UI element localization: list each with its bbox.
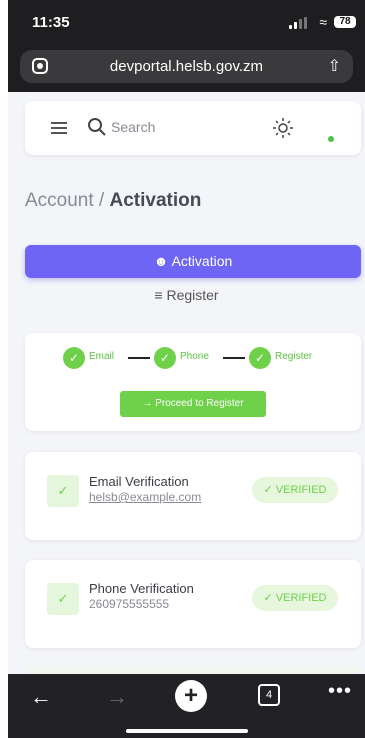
register-label: Register <box>166 287 219 303</box>
url-text[interactable]: devportal.helsb.gov.zm <box>20 58 353 75</box>
progress-steps-card: ✓ Email ✓ Phone ✓ Register → Proceed to … <box>25 333 361 431</box>
proceed-label: Proceed to Register <box>155 398 244 409</box>
breadcrumb-current: Activation <box>109 190 202 211</box>
top-header: Search <box>25 101 361 155</box>
check-icon: ✓ <box>249 347 271 369</box>
tabs-icon[interactable]: 4 <box>258 684 280 706</box>
phone-verification-card: ✓ Phone Verification 260975555555 ✓ VERI… <box>25 560 361 648</box>
status-bar: 11:35 ≈ 78 <box>8 0 365 44</box>
verification-phone: 260975555555 <box>89 597 170 611</box>
menu-icon[interactable] <box>51 122 67 134</box>
user-check-icon: ☻ <box>153 253 169 269</box>
check-circle-icon: ✓ <box>47 475 79 507</box>
phone-screen: 11:35 ≈ 78 devportal.helsb.gov.zm ⇧ Sear… <box>8 0 365 738</box>
forward-icon[interactable]: → <box>106 684 128 710</box>
step-label-register: Register <box>275 351 313 362</box>
step-connector <box>223 357 245 359</box>
status-badge: ✓ VERIFIED <box>252 477 338 503</box>
email-verification-card: ✓ Email Verification helsb@example.com ✓… <box>25 452 361 540</box>
step-label-phone: Phone <box>180 351 209 362</box>
battery-icon: 78 <box>334 16 356 28</box>
step-label-email: Email <box>89 351 115 362</box>
activation-label: Activation <box>171 253 233 269</box>
back-icon[interactable]: ← <box>30 684 52 710</box>
check-icon: ✓ <box>154 347 176 369</box>
address-bar[interactable]: devportal.helsb.gov.zm ⇧ <box>20 50 353 83</box>
search-input[interactable]: Search <box>111 119 155 135</box>
online-dot <box>328 136 334 142</box>
status-time: 11:35 <box>32 14 70 31</box>
check-circle-icon: ✓ <box>47 583 79 615</box>
browser-address-area: devportal.helsb.gov.zm ⇧ <box>8 44 365 92</box>
list-icon: ≡ <box>154 287 163 303</box>
step-connector <box>128 357 150 359</box>
verification-title: Email Verification <box>89 474 189 489</box>
breadcrumb-parent[interactable]: Account / <box>25 190 104 211</box>
status-badge: ✓ VERIFIED <box>252 585 338 611</box>
breadcrumb: Account / Activation <box>25 190 201 212</box>
verification-email[interactable]: helsb@example.com <box>89 490 201 504</box>
proceed-to-register-button[interactable]: → Proceed to Register <box>120 391 266 417</box>
home-indicator <box>126 729 248 733</box>
signal-icon <box>289 17 307 29</box>
wifi-icon: ≈ <box>319 14 327 30</box>
search-icon[interactable] <box>87 117 107 137</box>
register-tab-button[interactable]: ≡ Register <box>8 287 365 303</box>
badge-text: VERIFIED <box>275 592 327 604</box>
more-icon[interactable]: ••• <box>328 680 352 703</box>
arrow-right-icon: → <box>142 398 153 409</box>
verification-title: Phone Verification <box>89 581 194 596</box>
check-icon: ✓ <box>63 347 85 369</box>
sun-icon[interactable] <box>272 117 294 139</box>
share-icon[interactable]: ⇧ <box>328 56 341 76</box>
badge-text: VERIFIED <box>275 484 327 496</box>
activation-tab-button[interactable]: ☻ Activation <box>25 245 361 278</box>
plus-icon[interactable]: + <box>175 680 207 712</box>
